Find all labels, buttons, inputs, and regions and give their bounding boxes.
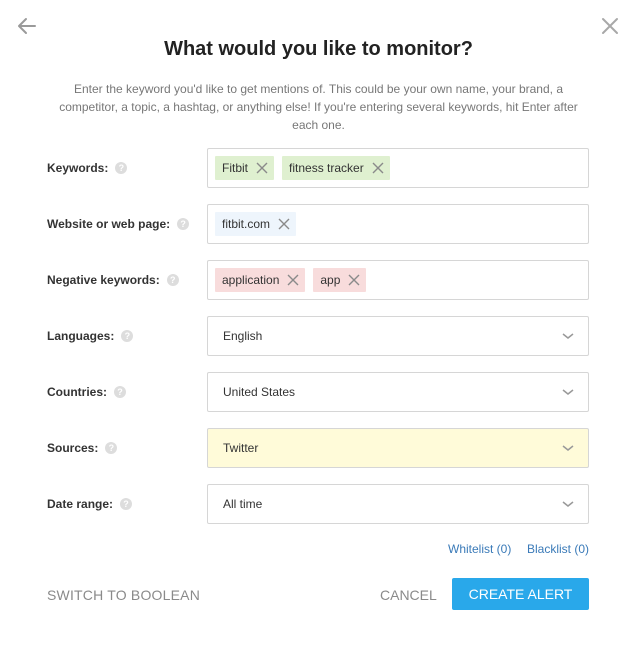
remove-tag-icon[interactable] bbox=[278, 218, 290, 230]
chevron-down-icon bbox=[562, 501, 574, 507]
chevron-down-icon bbox=[562, 389, 574, 395]
negative-keywords-input[interactable]: application app bbox=[207, 260, 589, 300]
keyword-tag-label: Fitbit bbox=[222, 161, 249, 175]
countries-value: United States bbox=[223, 385, 296, 399]
chevron-down-icon bbox=[562, 333, 574, 339]
sources-label-text: Sources: bbox=[47, 441, 99, 455]
dialog-title: What would you like to monitor? bbox=[164, 38, 473, 60]
date-range-select[interactable]: All time bbox=[207, 484, 589, 524]
keywords-input[interactable]: Fitbit fitness tracker bbox=[207, 148, 589, 188]
help-icon[interactable]: ? bbox=[115, 162, 128, 174]
keyword-tag-label: fitness tracker bbox=[289, 161, 364, 175]
countries-label-text: Countries: bbox=[47, 385, 107, 399]
countries-label: Countries: ? bbox=[47, 372, 126, 412]
date-range-row: Date range: ? All time bbox=[0, 484, 637, 524]
remove-tag-icon[interactable] bbox=[348, 274, 360, 286]
create-alert-button[interactable]: CREATE ALERT bbox=[452, 578, 589, 610]
keywords-label-text: Keywords: bbox=[47, 161, 109, 175]
close-icon[interactable] bbox=[600, 16, 620, 36]
date-range-value: All time bbox=[223, 497, 263, 511]
blacklist-link[interactable]: Blacklist (0) bbox=[527, 542, 589, 556]
sources-label: Sources: ? bbox=[47, 428, 118, 468]
website-row: Website or web page: ? fitbit.com bbox=[0, 204, 637, 244]
countries-select[interactable]: United States bbox=[207, 372, 589, 412]
languages-value: English bbox=[223, 329, 263, 343]
languages-label: Languages: ? bbox=[47, 316, 134, 356]
negative-keyword-tag: app bbox=[313, 268, 367, 292]
remove-tag-icon[interactable] bbox=[287, 274, 299, 286]
sources-select[interactable]: Twitter bbox=[207, 428, 589, 468]
dialog-description: Enter the keyword you'd like to get ment… bbox=[59, 82, 578, 132]
back-arrow-icon[interactable] bbox=[16, 15, 38, 37]
keyword-tag: Fitbit bbox=[215, 156, 275, 180]
website-label-text: Website or web page: bbox=[47, 217, 171, 231]
keyword-tag: fitness tracker bbox=[282, 156, 390, 180]
languages-select[interactable]: English bbox=[207, 316, 589, 356]
date-range-label: Date range: ? bbox=[47, 484, 133, 524]
help-icon[interactable]: ? bbox=[105, 442, 118, 454]
help-icon[interactable]: ? bbox=[166, 274, 179, 286]
negative-keyword-tag-label: app bbox=[320, 273, 341, 287]
help-icon[interactable]: ? bbox=[177, 218, 190, 230]
negative-keyword-tag-label: application bbox=[222, 273, 280, 287]
sources-value: Twitter bbox=[223, 441, 259, 455]
negative-keyword-tag: application bbox=[215, 268, 306, 292]
keywords-label: Keywords: ? bbox=[47, 148, 128, 188]
negative-keywords-label-text: Negative keywords: bbox=[47, 273, 160, 287]
chevron-down-icon bbox=[562, 445, 574, 451]
help-icon[interactable]: ? bbox=[121, 330, 134, 342]
switch-to-boolean-button[interactable]: SWITCH TO BOOLEAN bbox=[47, 587, 200, 603]
website-tag-label: fitbit.com bbox=[222, 217, 271, 231]
sources-row: Sources: ? Twitter bbox=[0, 428, 637, 468]
remove-tag-icon[interactable] bbox=[372, 162, 384, 174]
countries-row: Countries: ? United States bbox=[0, 372, 637, 412]
cancel-button[interactable]: CANCEL bbox=[380, 587, 437, 603]
negative-keywords-row: Negative keywords: ? application app bbox=[0, 260, 637, 300]
date-range-label-text: Date range: bbox=[47, 497, 114, 511]
languages-row: Languages: ? English bbox=[0, 316, 637, 356]
languages-label-text: Languages: bbox=[47, 329, 115, 343]
remove-tag-icon[interactable] bbox=[256, 162, 268, 174]
website-input[interactable]: fitbit.com bbox=[207, 204, 589, 244]
website-tag: fitbit.com bbox=[215, 212, 297, 236]
help-icon[interactable]: ? bbox=[120, 498, 133, 510]
keywords-row: Keywords: ? Fitbit fitness tracker bbox=[0, 148, 637, 188]
negative-keywords-label: Negative keywords: ? bbox=[47, 260, 179, 300]
help-icon[interactable]: ? bbox=[114, 386, 126, 398]
whitelist-link[interactable]: Whitelist (0) bbox=[448, 542, 511, 556]
website-label: Website or web page: ? bbox=[47, 204, 190, 244]
